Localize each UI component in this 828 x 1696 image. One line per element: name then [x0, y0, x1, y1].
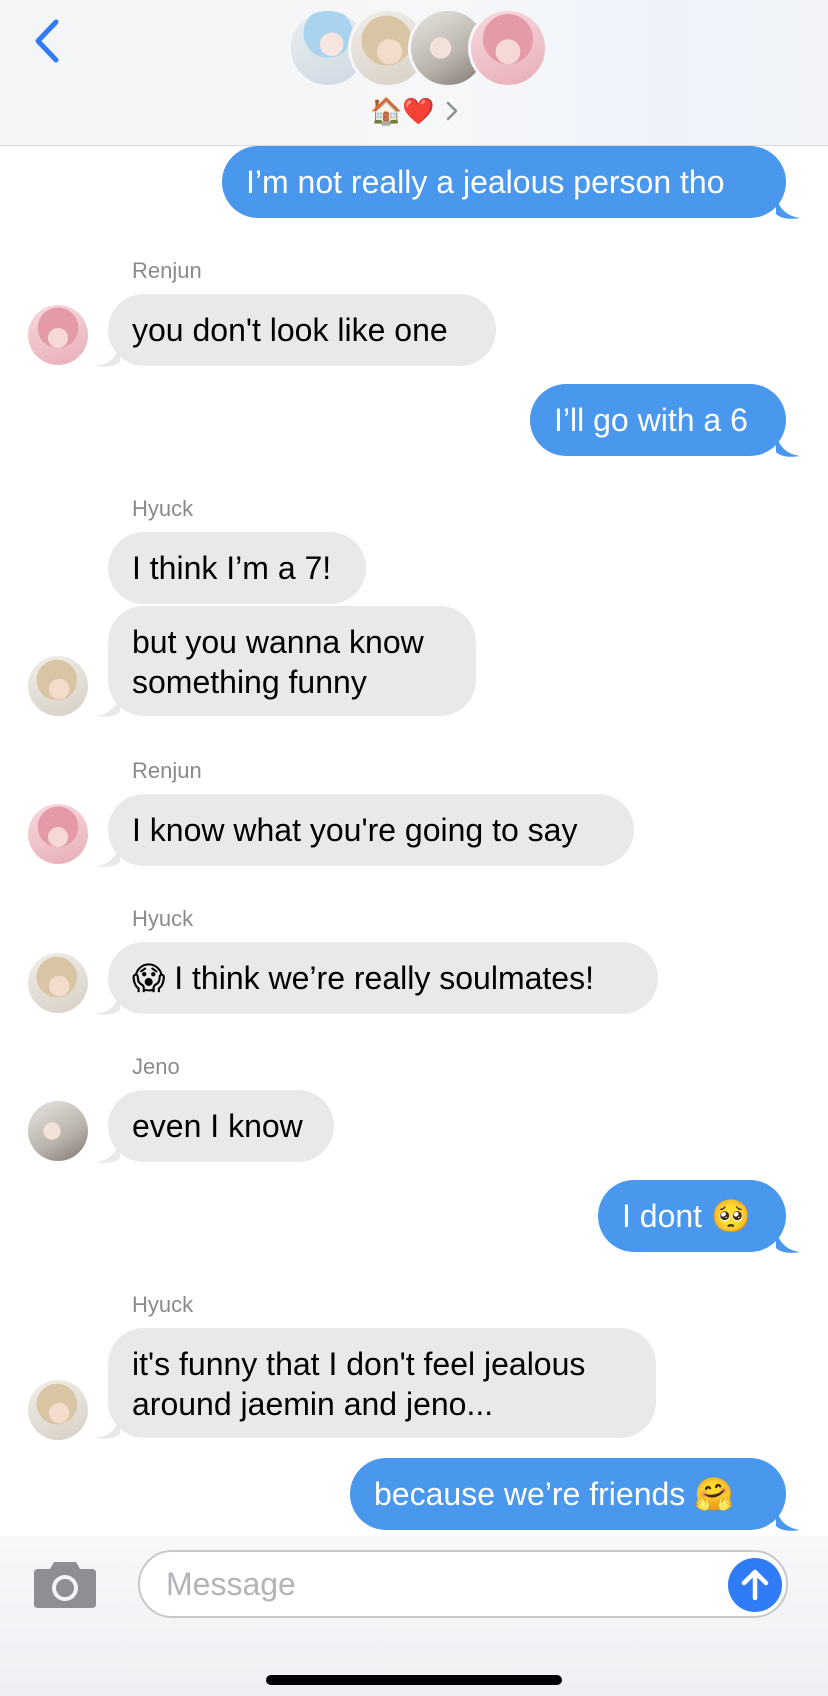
- message-text: I think I’m a 7!: [132, 550, 332, 586]
- camera-button[interactable]: [34, 1558, 96, 1608]
- chevron-left-icon: [35, 19, 59, 63]
- message-input[interactable]: [138, 1550, 788, 1618]
- bubble-tail: [96, 1414, 120, 1439]
- message-composer: [0, 1536, 828, 1696]
- bubble-tail: [96, 1138, 120, 1163]
- chevron-right-icon: [446, 101, 457, 121]
- message-bubble-outgoing[interactable]: I dont 🥺: [598, 1180, 786, 1252]
- sender-name: Hyuck: [132, 906, 194, 931]
- avatar: [468, 8, 548, 88]
- message-text: you don't look like one: [132, 312, 448, 348]
- bubble-tail: [776, 1228, 800, 1253]
- message-text-line: it's funny that I don't feel jealous: [132, 1346, 586, 1382]
- bubble-tail: [96, 342, 120, 367]
- bubble-tail: [96, 692, 120, 717]
- message-text: 😱 I think we’re really soulmates!: [132, 960, 594, 996]
- sender-name: Hyuck: [132, 496, 194, 521]
- message-text: I’m not really a jealous person tho: [246, 164, 725, 200]
- message-text-line: around jaemin and jeno...: [132, 1386, 494, 1422]
- message-text-line: but you wanna know: [132, 624, 424, 660]
- message-bubble-incoming[interactable]: even I know: [108, 1090, 334, 1162]
- avatar[interactable]: [28, 953, 88, 1013]
- avatar[interactable]: [28, 305, 88, 365]
- message-bubble-incoming[interactable]: you don't look like one: [108, 294, 496, 366]
- bubble-tail: [96, 842, 120, 867]
- message-bubble-outgoing[interactable]: I’m not really a jealous person tho: [222, 146, 786, 218]
- bubble-tail: [776, 432, 800, 457]
- sender-name: Renjun: [132, 758, 202, 783]
- sender-name: Jeno: [132, 1054, 180, 1079]
- avatar[interactable]: [28, 1101, 88, 1161]
- bubble-tail: [776, 1506, 800, 1531]
- bubble-tail: [776, 194, 800, 219]
- back-button[interactable]: [28, 16, 68, 66]
- group-name[interactable]: 🏠❤️: [370, 94, 459, 128]
- avatar[interactable]: [28, 804, 88, 864]
- message-bubble-incoming[interactable]: it's funny that I don't feel jealous aro…: [108, 1328, 656, 1438]
- avatar[interactable]: [28, 1380, 88, 1440]
- avatar[interactable]: [28, 656, 88, 716]
- message-text: I know what you're going to say: [132, 812, 578, 848]
- home-indicator[interactable]: [266, 1675, 562, 1685]
- camera-icon: [34, 1562, 96, 1608]
- message-text: I dont 🥺: [622, 1198, 751, 1234]
- arrow-up-icon: [741, 1569, 769, 1601]
- message-bubble-incoming[interactable]: I know what you're going to say: [108, 794, 634, 866]
- message-bubble-outgoing[interactable]: because we’re friends 🤗: [350, 1458, 786, 1530]
- group-avatars[interactable]: [288, 8, 548, 88]
- message-text-line: something funny: [132, 664, 367, 700]
- conversation-header: 🏠❤️: [0, 0, 828, 146]
- message-text: even I know: [132, 1108, 303, 1144]
- message-text: because we’re friends 🤗: [374, 1476, 735, 1512]
- send-button[interactable]: [728, 1558, 782, 1612]
- message-bubble-incoming[interactable]: 😱 I think we’re really soulmates!: [108, 942, 658, 1014]
- sender-name: Renjun: [132, 258, 202, 283]
- message-bubble-incoming[interactable]: I think I’m a 7!: [108, 532, 366, 604]
- message-bubble-outgoing[interactable]: I’ll go with a 6: [530, 384, 786, 456]
- sender-name: Hyuck: [132, 1292, 194, 1317]
- bubble-tail: [96, 990, 120, 1015]
- message-text: I’ll go with a 6: [554, 402, 748, 438]
- message-bubble-incoming[interactable]: but you wanna know something funny: [108, 606, 476, 716]
- group-name-emoji: 🏠❤️: [370, 96, 435, 126]
